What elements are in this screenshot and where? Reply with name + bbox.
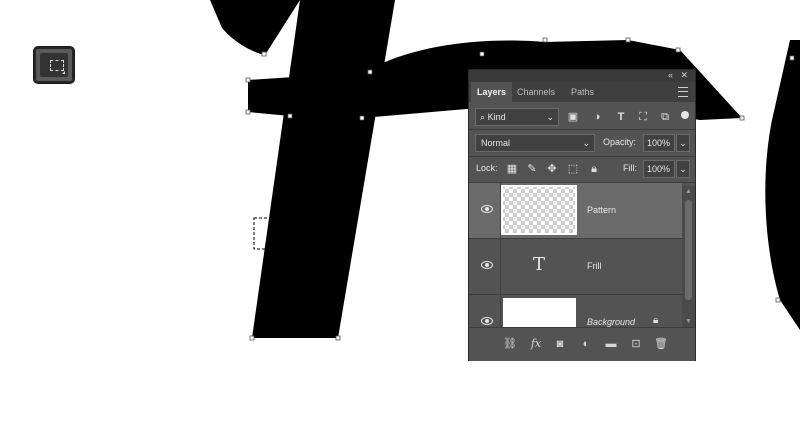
scrollbar-thumb[interactable] (685, 200, 692, 300)
fill-field[interactable]: 100% (643, 160, 675, 178)
letter-right-part (765, 40, 800, 330)
layer-row-background[interactable]: Background 🔒︎ (469, 295, 682, 327)
letter-f-top (210, 0, 300, 55)
layer-thumbnail-background (503, 298, 576, 327)
panel-titlebar: « ✕ (469, 70, 695, 82)
text-layer-icon: T (533, 254, 546, 275)
blend-mode-select[interactable]: Normal ⌄ (475, 134, 595, 152)
type-filter-icon[interactable]: T (613, 109, 629, 125)
layers-panel: « ✕ Layers Channels Paths ⌕ Kind ⌄ ▣ ◑ T… (469, 70, 695, 361)
scroll-up-icon[interactable]: ▲ (685, 188, 692, 195)
visibility-eye-icon[interactable] (481, 205, 493, 213)
panel-tabs: Layers Channels Paths (469, 82, 695, 102)
layers-scrollbar[interactable]: ▲ ▼ (682, 186, 695, 327)
close-icon[interactable]: ✕ (680, 70, 688, 81)
fx-icon[interactable]: fx (529, 337, 543, 351)
new-layer-icon[interactable]: ⊡ (629, 337, 643, 351)
fill-value: 100% (647, 164, 671, 174)
smart-object-filter-icon[interactable]: ⧉ (657, 109, 673, 125)
opacity-value: 100% (647, 138, 671, 148)
chevron-down-icon: ⌄ (546, 112, 554, 122)
divider (500, 239, 501, 294)
link-layers-icon[interactable]: ⛓ (503, 337, 517, 351)
layer-name: Pattern (587, 205, 617, 215)
lock-artboard-icon[interactable]: ⬚ (565, 161, 581, 177)
blend-row: Normal ⌄ Opacity: 100% ⌄ (469, 132, 695, 154)
opacity-field[interactable]: 100% (643, 134, 675, 152)
lock-all-icon[interactable]: 🔒︎ (586, 161, 602, 177)
layer-thumbnail-pattern (501, 185, 577, 235)
lock-row: Lock: ▦ ✎ ✥ ⬚ 🔒︎ Fill: 100% ⌄ (469, 158, 695, 180)
scroll-down-icon[interactable]: ▼ (685, 318, 692, 325)
image-filter-icon[interactable]: ▣ (565, 109, 581, 125)
chevron-down-icon: ⌄ (582, 138, 590, 148)
new-group-icon[interactable]: ▬ (604, 337, 618, 351)
lock-icon: 🔒︎ (653, 315, 659, 326)
tab-layers[interactable]: Layers (471, 82, 513, 102)
layer-row-pattern[interactable]: Pattern (469, 183, 682, 238)
fill-label: Fill: (623, 163, 637, 173)
tool-flyout-indicator-icon (62, 71, 65, 74)
adjustment-filter-icon[interactable]: ◑ (589, 109, 605, 125)
layer-name: Frill (587, 261, 602, 271)
lock-label: Lock: (476, 163, 498, 173)
lock-transparent-icon[interactable]: ▦ (504, 161, 520, 177)
filter-kind-select[interactable]: ⌕ Kind ⌄ (475, 108, 559, 126)
panel-menu-icon[interactable] (678, 87, 688, 97)
add-mask-icon[interactable]: ◙ (553, 337, 567, 351)
tab-paths[interactable]: Paths (571, 82, 594, 102)
search-icon: ⌕ (480, 112, 486, 122)
divider (500, 295, 501, 327)
marquee-tool-button[interactable] (34, 47, 74, 83)
tool-icon-frame (40, 53, 68, 77)
lock-image-icon[interactable]: ✎ (524, 161, 540, 177)
tab-channels[interactable]: Channels (517, 82, 555, 102)
divider (469, 129, 695, 130)
divider (469, 156, 695, 157)
chevron-down-icon: ⌄ (679, 138, 687, 148)
blend-mode-value: Normal (481, 138, 511, 148)
filter-row: ⌕ Kind ⌄ ▣ ◑ T ⛶ ⧉ (469, 106, 695, 128)
layer-row-frill[interactable]: T Frill (469, 239, 682, 294)
layer-name: Background (587, 317, 636, 327)
opacity-dropdown[interactable]: ⌄ (676, 134, 690, 152)
trash-icon[interactable]: 🗑︎ (654, 337, 668, 351)
collapse-icon[interactable]: « (668, 70, 673, 80)
filter-kind-label: Kind (487, 112, 506, 122)
visibility-eye-icon[interactable] (481, 261, 493, 269)
chevron-down-icon: ⌄ (679, 164, 687, 174)
adjustment-layer-icon[interactable]: ◐ (579, 337, 593, 351)
opacity-label: Opacity: (603, 137, 637, 147)
shape-filter-icon[interactable]: ⛶ (635, 109, 651, 125)
rectangular-marquee-icon (50, 60, 64, 71)
lock-position-icon[interactable]: ✥ (544, 161, 560, 177)
letter-f-stem (252, 0, 395, 338)
fill-dropdown[interactable]: ⌄ (676, 160, 690, 178)
visibility-eye-icon[interactable] (481, 317, 493, 325)
filter-toggle-icon[interactable] (681, 111, 689, 119)
panel-footer: ⛓ fx ◙ ◐ ▬ ⊡ 🗑︎ (469, 327, 695, 361)
